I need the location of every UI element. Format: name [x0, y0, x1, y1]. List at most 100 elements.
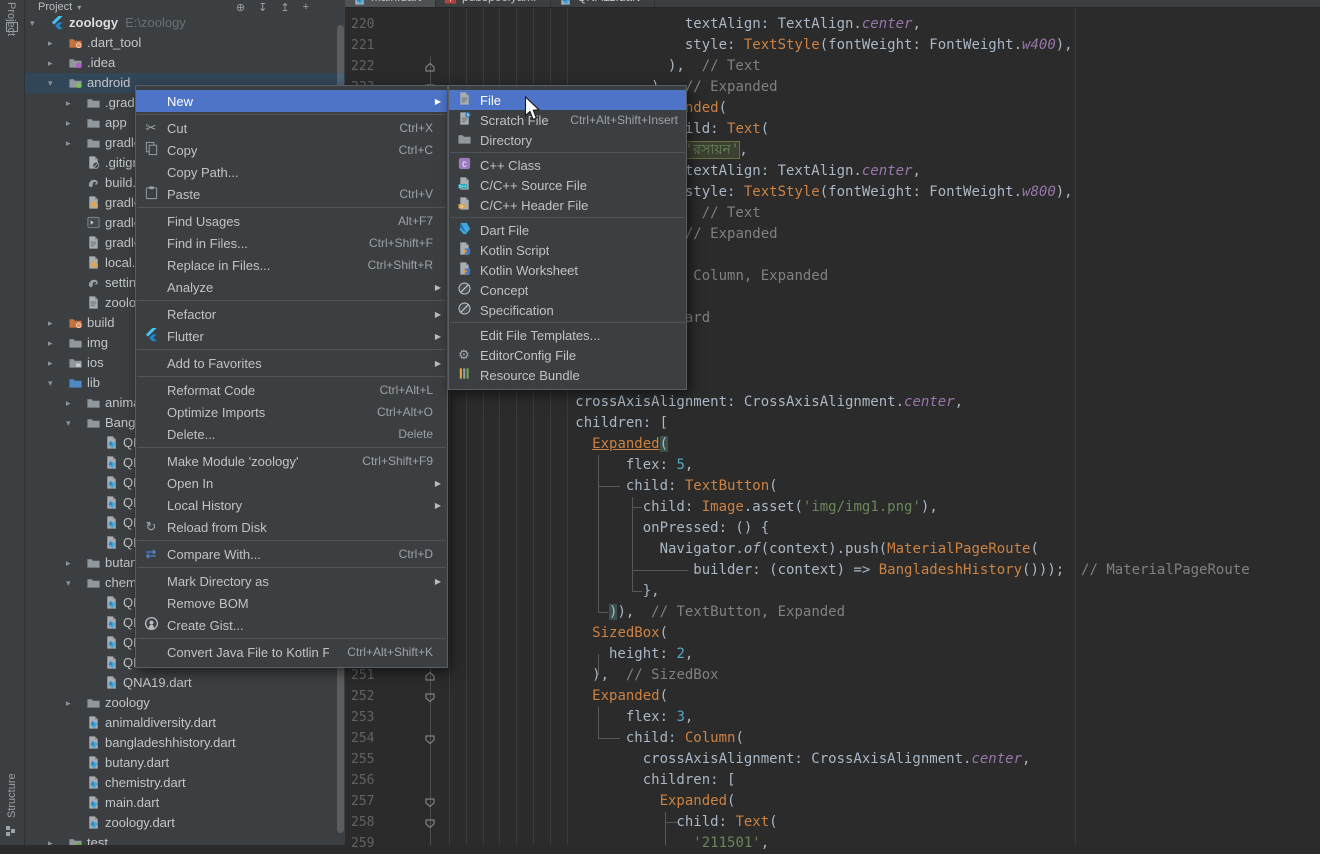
menu-item-dart-file[interactable]: Dart File: [449, 220, 686, 240]
menu-item-create-gist[interactable]: Create Gist...: [136, 614, 447, 636]
menu-item-remove-bom[interactable]: Remove BOM: [136, 592, 447, 614]
menu-item-refactor[interactable]: Refactor▶: [136, 303, 447, 325]
menu-item-file[interactable]: File: [449, 90, 686, 110]
tree-item-zoology-dart[interactable]: zoology.dart: [25, 813, 345, 833]
tree-item-chemistry-dart[interactable]: chemistry.dart: [25, 773, 345, 793]
menu-item-scratch-file[interactable]: Scratch FileCtrl+Alt+Shift+Insert: [449, 110, 686, 130]
chevron-right-icon[interactable]: ▸: [66, 393, 71, 413]
tab-pubspec-yaml[interactable]: Ypubspec.yaml: [436, 0, 551, 8]
code-line-250[interactable]: height: 2,: [432, 644, 693, 665]
chevron-right-icon[interactable]: ▸: [66, 133, 71, 153]
code-line-256[interactable]: children: [: [432, 770, 735, 791]
code-line-244[interactable]: onPressed: () {: [432, 518, 769, 539]
chevron-right-icon[interactable]: ▸: [48, 353, 53, 373]
code-line-252[interactable]: Expanded(: [432, 686, 668, 707]
tree-item-butany-dart[interactable]: butany.dart: [25, 753, 345, 773]
chevron-right-icon[interactable]: ▸: [66, 93, 71, 113]
chevron-down-icon[interactable]: ▾: [66, 413, 71, 433]
chevron-right-icon[interactable]: ▸: [66, 553, 71, 573]
menu-item-mark-directory-as[interactable]: Mark Directory as▶: [136, 570, 447, 592]
tool-button-structure[interactable]: Structure: [6, 773, 18, 818]
chevron-right-icon[interactable]: ▸: [66, 693, 71, 713]
menu-item-editorconfig-file[interactable]: ⚙EditorConfig File: [449, 345, 686, 365]
structure-tool-icon[interactable]: [6, 826, 16, 836]
menu-item-copy-path[interactable]: Copy Path...: [136, 161, 447, 183]
code-line-245[interactable]: Navigator.of(context).push(MaterialPageR…: [432, 539, 1039, 560]
code-line-239[interactable]: children: [: [432, 413, 668, 434]
code-line-222[interactable]: ), // Text: [432, 56, 761, 77]
code-line-258[interactable]: child: Text(: [432, 812, 778, 833]
tool-button-project[interactable]: Project: [5, 2, 17, 36]
menu-item-delete[interactable]: Delete...Delete: [136, 423, 447, 445]
tree-item-idea[interactable]: ▸.idea: [25, 53, 345, 73]
menu-item-concept[interactable]: Concept: [449, 280, 686, 300]
menu-item-directory[interactable]: Directory: [449, 130, 686, 150]
menu-item-find-usages[interactable]: Find UsagesAlt+F7: [136, 210, 447, 232]
code-line-241[interactable]: flex: 5,: [432, 455, 693, 476]
tree-item-zoology[interactable]: ▾zoologyE:\zoology: [25, 13, 345, 33]
code-line-247[interactable]: },: [432, 581, 660, 602]
chevron-right-icon[interactable]: ▸: [48, 33, 53, 53]
tree-item-qna19-dart[interactable]: QNA19.dart: [25, 673, 345, 693]
chevron-right-icon[interactable]: ▸: [66, 113, 71, 133]
chevron-right-icon[interactable]: ▸: [48, 53, 53, 73]
menu-item-reformat-code[interactable]: Reformat CodeCtrl+Alt+L: [136, 379, 447, 401]
code-line-238[interactable]: crossAxisAlignment: CrossAxisAlignment.c…: [432, 392, 963, 413]
file-dart-icon: [104, 435, 119, 450]
chevron-right-icon[interactable]: ▸: [48, 333, 53, 353]
code-line-221[interactable]: style: TextStyle(fontWeight: FontWeight.…: [432, 35, 1073, 56]
code-line-246[interactable]: builder: (context) => BangladeshHistory(…: [432, 560, 1250, 581]
menu-item-local-history[interactable]: Local History▶: [136, 494, 447, 516]
menu-item-make-module-zoology[interactable]: Make Module 'zoology'Ctrl+Shift+F9: [136, 450, 447, 472]
code-line-255[interactable]: crossAxisAlignment: CrossAxisAlignment.c…: [432, 749, 1030, 770]
menu-item-kotlin-script[interactable]: Kotlin Script: [449, 240, 686, 260]
code-line-240[interactable]: Expanded(: [432, 434, 668, 455]
tab-qna11-dart[interactable]: QNA11.dart: [551, 0, 654, 8]
menu-item-add-to-favorites[interactable]: Add to Favorites▶: [136, 352, 447, 374]
menu-item-resource-bundle[interactable]: Resource Bundle: [449, 365, 686, 385]
chevron-down-icon[interactable]: ▾: [48, 73, 53, 93]
menu-item-replace-in-files[interactable]: Replace in Files...Ctrl+Shift+R: [136, 254, 447, 276]
code-line-248[interactable]: )), // TextButton, Expanded: [432, 602, 845, 623]
tree-item-animaldiversity-dart[interactable]: animaldiversity.dart: [25, 713, 345, 733]
menu-item-c-c-source-file[interactable]: C++C/C++ Source File: [449, 175, 686, 195]
chevron-down-icon[interactable]: ▾: [48, 373, 53, 393]
menu-item-analyze[interactable]: Analyze▶: [136, 276, 447, 298]
code-line-254[interactable]: child: Column(: [432, 728, 744, 749]
tree-item-bangladeshhistory-dart[interactable]: bangladeshhistory.dart: [25, 733, 345, 753]
menu-item-open-in[interactable]: Open In▶: [136, 472, 447, 494]
menu-item-c-c-header-file[interactable]: HC/C++ Header File: [449, 195, 686, 215]
menu-item-cut[interactable]: ✂CutCtrl+X: [136, 117, 447, 139]
code-line-243[interactable]: child: Image.asset('img/img1.png'),: [432, 497, 938, 518]
code-line-251[interactable]: ), // SizedBox: [432, 665, 719, 686]
menu-item-flutter[interactable]: Flutter▶: [136, 325, 447, 347]
menu-item-kotlin-worksheet[interactable]: Kotlin Worksheet: [449, 260, 686, 280]
menu-item-specification[interactable]: Specification: [449, 300, 686, 320]
code-line-257[interactable]: Expanded(: [432, 791, 735, 812]
chevron-right-icon[interactable]: ▸: [48, 313, 53, 333]
menu-item-compare-with[interactable]: ⇄Compare With...Ctrl+D: [136, 543, 447, 565]
tree-item-zoology[interactable]: ▸zoology: [25, 693, 345, 713]
menu-item-reload-from-disk[interactable]: ↻Reload from Disk: [136, 516, 447, 538]
code-line-259[interactable]: '211501',: [432, 833, 769, 854]
menu-item-find-in-files[interactable]: Find in Files...Ctrl+Shift+F: [136, 232, 447, 254]
menu-item-paste[interactable]: PasteCtrl+V: [136, 183, 447, 205]
chevron-down-icon[interactable]: ▾: [66, 573, 71, 593]
menu-item-optimize-imports[interactable]: Optimize ImportsCtrl+Alt+O: [136, 401, 447, 423]
menu-item-c-class[interactable]: CC++ Class: [449, 155, 686, 175]
code-line-220[interactable]: textAlign: TextAlign.center,: [432, 14, 921, 35]
code-line-249[interactable]: SizedBox(: [432, 623, 668, 644]
chevron-right-icon[interactable]: ▸: [48, 833, 53, 845]
code-line-242[interactable]: child: TextButton(: [432, 476, 778, 497]
menu-item-edit-file-templates[interactable]: Edit File Templates...: [449, 325, 686, 345]
tree-item-main-dart[interactable]: main.dart: [25, 793, 345, 813]
tab-main-dart[interactable]: main.dart: [345, 0, 436, 8]
folder-icon: [86, 695, 101, 710]
code-line-253[interactable]: flex: 3,: [432, 707, 693, 728]
chevron-down-icon[interactable]: ▾: [30, 13, 35, 33]
menu-item-copy[interactable]: CopyCtrl+C: [136, 139, 447, 161]
tree-item-test[interactable]: ▸test: [25, 833, 345, 845]
tree-item-dart-tool[interactable]: ▸.dart_tool: [25, 33, 345, 53]
menu-item-convert-java-file-to-kotlin-file[interactable]: Convert Java File to Kotlin FileCtrl+Alt…: [136, 641, 447, 663]
menu-item-new[interactable]: New▶: [136, 90, 447, 112]
